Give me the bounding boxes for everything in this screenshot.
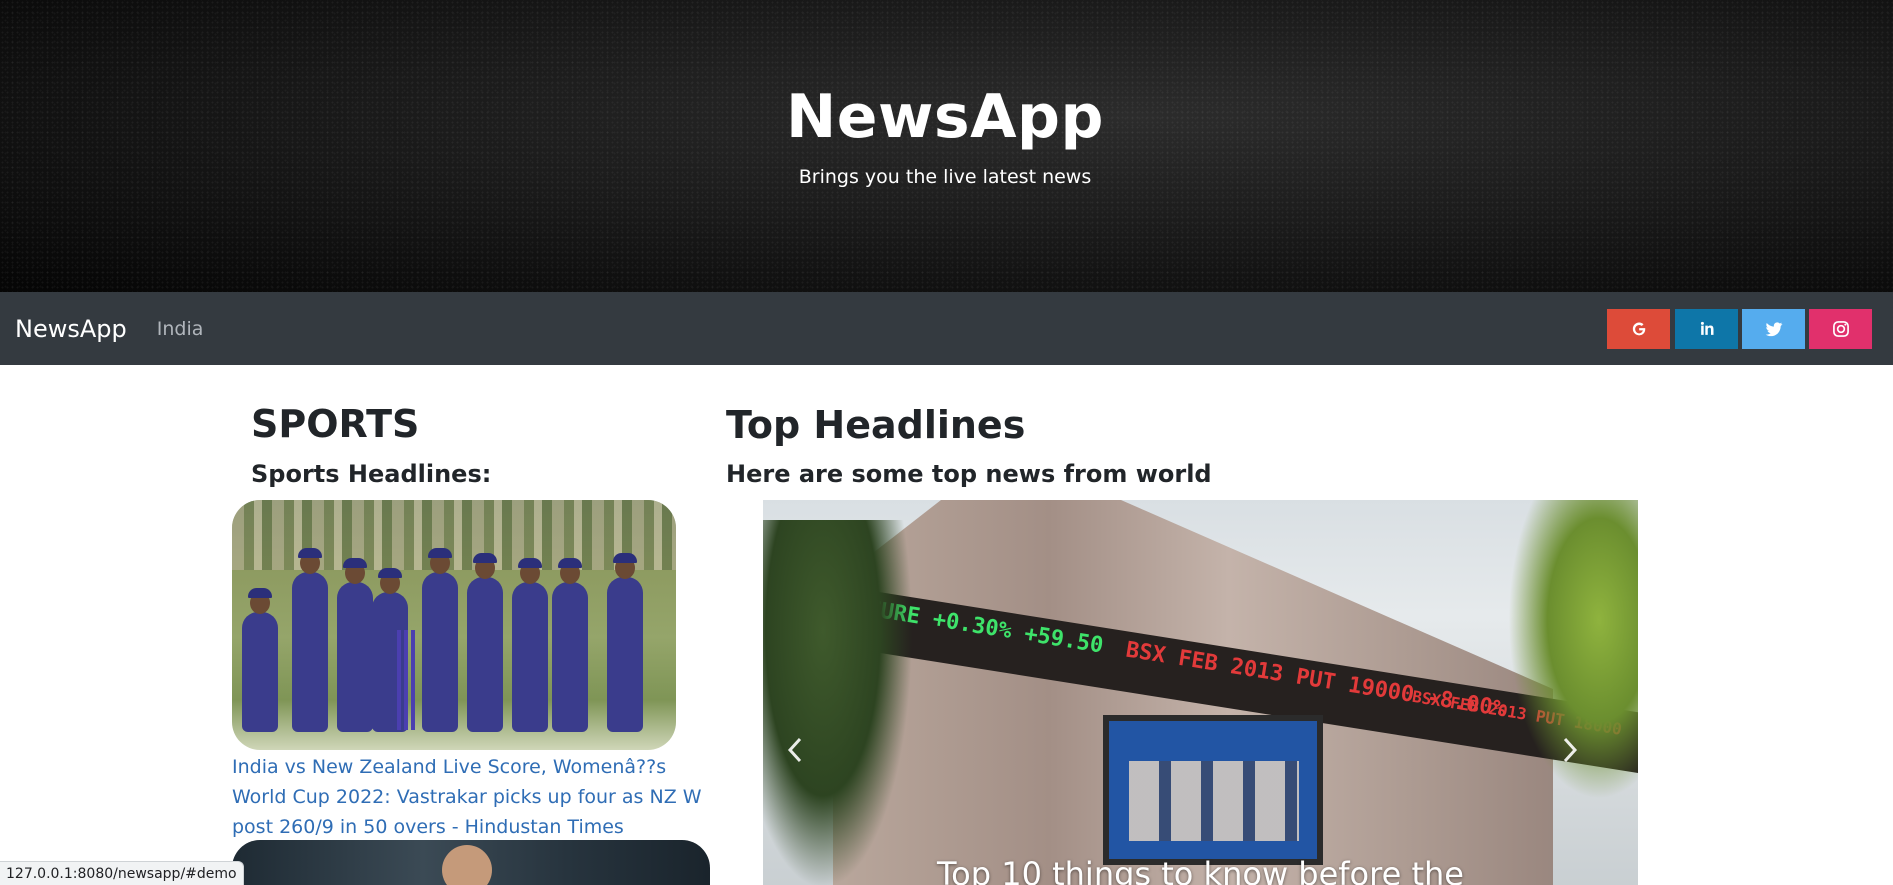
player-figure <box>552 558 588 732</box>
chevron-right-icon <box>1563 737 1578 763</box>
hero-subtitle: Brings you the live latest news <box>798 166 1092 188</box>
linkedin-icon <box>1700 321 1713 335</box>
sports-subtitle: Sports Headlines: <box>251 460 492 488</box>
top-headlines-subtitle: Here are some top news from world <box>726 460 1212 488</box>
player-figure <box>422 548 458 732</box>
nav-link-india[interactable]: India <box>157 318 204 340</box>
linkedin-button[interactable] <box>1675 309 1738 349</box>
crowd-background <box>232 500 676 570</box>
sports-article-image[interactable] <box>232 500 676 750</box>
browser-status-bar: 127.0.0.1:8080/newsapp/#demo <box>0 861 244 885</box>
sports-article-image[interactable] <box>232 840 710 885</box>
headline-carousel[interactable]: UTURE +0.30% +59.50 BSX FEB 2013 PUT 190… <box>763 500 1638 885</box>
palm-tree <box>763 520 913 885</box>
google-button[interactable] <box>1607 309 1670 349</box>
google-icon <box>1632 322 1645 336</box>
chevron-left-icon <box>787 737 802 763</box>
instagram-icon <box>1832 321 1849 337</box>
hero-title: NewsApp <box>786 82 1104 152</box>
twitter-button[interactable] <box>1742 309 1805 349</box>
player-figure <box>467 553 503 732</box>
player-figure <box>337 558 373 732</box>
carousel-caption[interactable]: Top 10 things to know before the <box>763 855 1638 885</box>
player-figure <box>292 548 328 732</box>
hero-banner: NewsApp Brings you the live latest news <box>0 0 1893 292</box>
player-figure <box>607 553 643 732</box>
cricket-stumps <box>397 630 415 730</box>
instagram-button[interactable] <box>1809 309 1872 349</box>
navbar-brand[interactable]: NewsApp <box>15 315 127 343</box>
top-headlines-title: Top Headlines <box>726 403 1026 447</box>
twitter-icon <box>1765 322 1782 337</box>
sports-title: SPORTS <box>251 402 420 446</box>
sports-article-headline[interactable]: India vs New Zealand Live Score, Womenâ?… <box>232 752 702 842</box>
building-screen <box>1103 715 1323 865</box>
carousel-next-button[interactable] <box>1555 730 1585 770</box>
navbar: NewsApp India <box>0 292 1893 365</box>
carousel-prev-button[interactable] <box>780 730 810 770</box>
player-figure <box>512 558 548 732</box>
player-figure <box>242 588 278 732</box>
